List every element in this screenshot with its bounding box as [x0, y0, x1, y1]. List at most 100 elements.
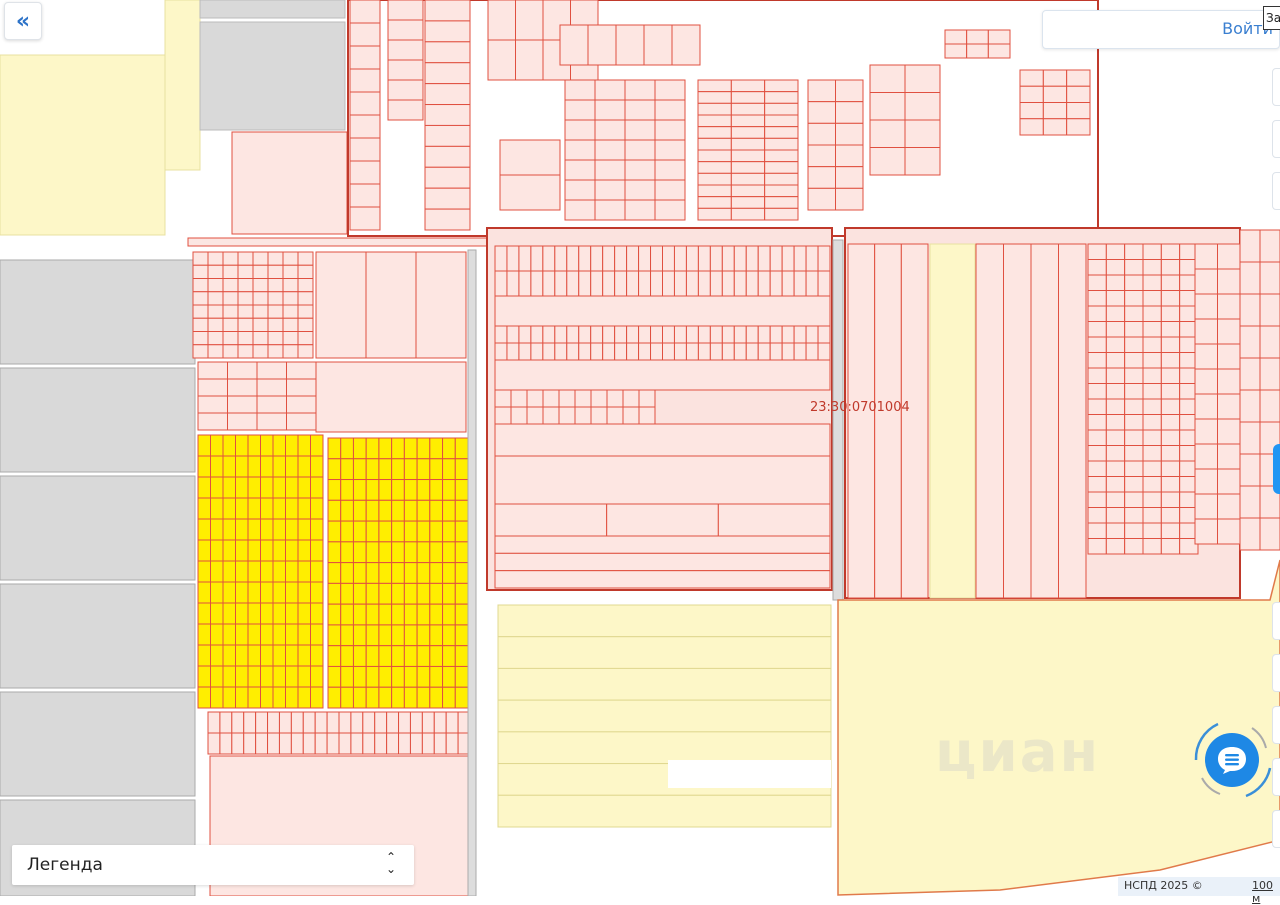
parcel[interactable]	[285, 497, 299, 520]
parcel[interactable]	[1217, 293, 1241, 320]
parcel[interactable]	[243, 711, 257, 734]
parcel[interactable]	[1087, 538, 1107, 555]
parcel[interactable]	[302, 711, 316, 734]
parcel[interactable]	[222, 686, 236, 709]
parcel[interactable]	[835, 122, 864, 146]
parcel[interactable]	[391, 665, 405, 688]
parcel[interactable]	[1087, 321, 1107, 338]
parcel[interactable]	[433, 711, 447, 734]
parcel[interactable]	[1124, 383, 1144, 400]
parcel[interactable]	[310, 644, 324, 667]
parcel[interactable]	[622, 389, 640, 408]
parcel[interactable]	[349, 22, 381, 47]
parcel[interactable]	[1239, 453, 1261, 487]
parcel[interactable]	[403, 665, 418, 688]
parcel[interactable]	[272, 434, 286, 457]
parcel[interactable]	[685, 325, 699, 344]
parcel[interactable]	[730, 172, 766, 186]
parcel[interactable]	[237, 304, 254, 319]
parcel[interactable]	[542, 342, 556, 361]
parcel[interactable]	[697, 196, 732, 209]
parcel[interactable]	[340, 479, 354, 501]
parcel[interactable]	[835, 79, 864, 103]
parcel[interactable]	[442, 624, 456, 647]
parcel[interactable]	[594, 119, 626, 141]
parcel[interactable]	[424, 83, 471, 106]
parcel[interactable]	[1124, 321, 1144, 338]
parcel[interactable]	[1142, 507, 1162, 524]
parcel[interactable]	[499, 174, 561, 211]
parcel[interactable]	[1217, 518, 1241, 545]
parcel[interactable]	[445, 711, 459, 734]
parcel[interactable]	[1217, 368, 1241, 395]
parcel[interactable]	[297, 264, 314, 279]
parcel[interactable]	[365, 499, 380, 522]
parcel[interactable]	[530, 342, 544, 361]
block[interactable]	[199, 21, 346, 131]
parcel[interactable]	[1105, 491, 1126, 508]
parcel[interactable]	[1194, 468, 1218, 495]
parcel[interactable]	[378, 499, 393, 522]
map-control-button[interactable]	[1272, 810, 1280, 848]
parcel[interactable]	[285, 644, 299, 667]
parcel[interactable]	[869, 64, 906, 93]
parcel[interactable]	[624, 79, 656, 101]
parcel[interactable]	[349, 160, 381, 185]
parcel[interactable]	[252, 344, 269, 359]
parcel[interactable]	[1124, 460, 1144, 477]
parcel[interactable]	[671, 24, 701, 66]
parcel[interactable]	[235, 518, 249, 541]
parcel[interactable]	[365, 686, 380, 709]
parcel[interactable]	[327, 686, 342, 709]
parcel[interactable]	[494, 325, 508, 344]
parcel[interactable]	[622, 406, 640, 425]
parcel[interactable]	[378, 686, 393, 709]
parcel[interactable]	[352, 437, 367, 460]
parcel[interactable]	[247, 455, 261, 478]
parcel[interactable]	[391, 603, 405, 626]
parcel[interactable]	[869, 92, 906, 121]
parcel[interactable]	[624, 139, 656, 161]
parcel[interactable]	[387, 0, 424, 21]
parcel[interactable]	[352, 665, 367, 688]
parcel[interactable]	[673, 325, 687, 344]
parcel[interactable]	[374, 711, 388, 734]
parcel[interactable]	[285, 686, 299, 709]
parcel[interactable]	[398, 732, 411, 755]
parcel[interactable]	[805, 270, 819, 297]
parcel[interactable]	[403, 541, 418, 564]
parcel[interactable]	[805, 245, 819, 272]
parcel[interactable]	[210, 581, 224, 604]
parcel[interactable]	[297, 304, 314, 319]
parcel[interactable]	[338, 732, 352, 755]
parcel[interactable]	[1160, 259, 1181, 276]
parcel[interactable]	[429, 541, 444, 564]
parcel[interactable]	[391, 520, 405, 543]
parcel[interactable]	[352, 645, 367, 667]
parcel[interactable]	[673, 270, 687, 297]
parcel[interactable]	[222, 644, 236, 667]
parcel[interactable]	[340, 582, 354, 605]
parcel[interactable]	[210, 539, 224, 562]
parcel[interactable]	[235, 476, 249, 499]
parcel[interactable]	[442, 603, 456, 626]
parcel[interactable]	[542, 270, 556, 297]
parcel[interactable]	[764, 102, 799, 116]
parcel[interactable]	[590, 406, 608, 425]
parcel[interactable]	[1194, 443, 1218, 470]
parcel[interactable]	[709, 342, 723, 361]
parcel[interactable]	[403, 624, 418, 647]
parcel[interactable]	[338, 711, 352, 734]
parcel[interactable]	[255, 732, 269, 755]
parcel[interactable]	[340, 520, 354, 543]
parcel[interactable]	[497, 731, 832, 765]
parcel[interactable]	[340, 686, 354, 709]
parcel[interactable]	[222, 251, 239, 266]
parcel[interactable]	[1105, 290, 1126, 307]
parcel[interactable]	[733, 325, 747, 344]
parcel[interactable]	[378, 479, 393, 501]
parcel[interactable]	[1160, 352, 1181, 369]
parcel[interactable]	[416, 582, 431, 605]
parcel[interactable]	[192, 264, 209, 279]
parcel[interactable]	[590, 389, 608, 408]
